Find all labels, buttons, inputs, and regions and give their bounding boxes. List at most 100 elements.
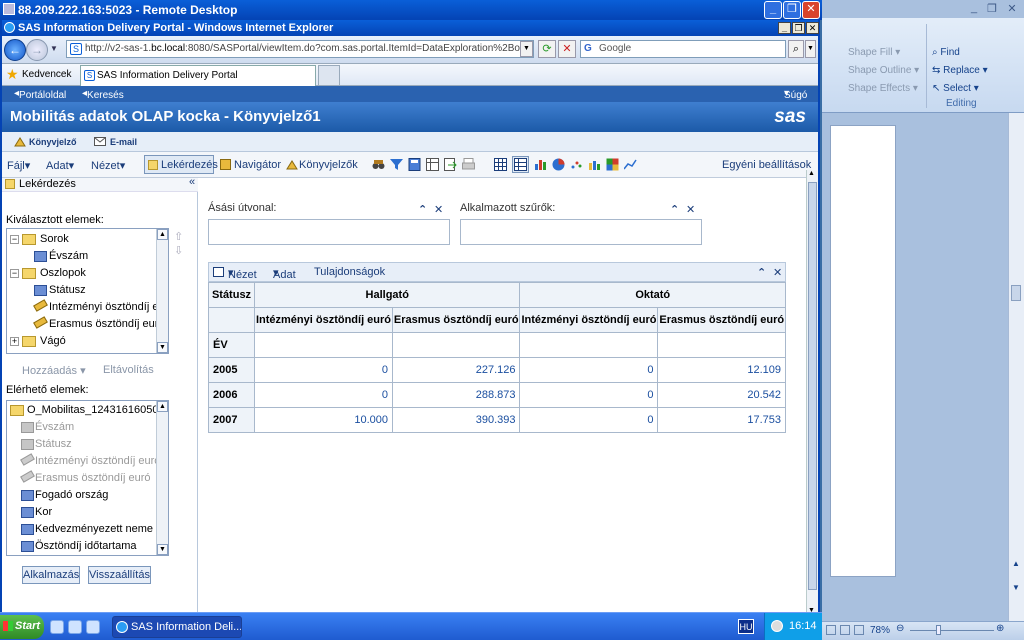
- menu-file[interactable]: Fájl▾: [7, 159, 30, 172]
- select-button[interactable]: ↖ Select ▾: [932, 83, 979, 94]
- bar-chart-icon[interactable]: [534, 158, 547, 171]
- full-screen-icon[interactable]: [840, 625, 850, 635]
- bookmarks-button[interactable]: Könyvjelzők: [299, 159, 358, 171]
- scroll-up-icon[interactable]: ▲: [1012, 559, 1020, 568]
- export-icon[interactable]: [444, 158, 457, 171]
- reset-button[interactable]: Visszaállítás: [88, 566, 151, 584]
- quicklaunch-media-icon[interactable]: [68, 620, 82, 634]
- quicklaunch-ie-icon[interactable]: [50, 620, 64, 634]
- col-header-status[interactable]: Státusz: [208, 282, 255, 308]
- available-items-tree[interactable]: O_Mobilitas_1243161605000 Évszám Státusz…: [6, 400, 169, 556]
- search-link[interactable]: ◂ Keresés: [82, 88, 124, 101]
- cell[interactable]: 227.126: [391, 357, 521, 383]
- word-close-button[interactable]: ✕: [1004, 2, 1020, 15]
- menu-data[interactable]: Adat▾: [46, 159, 74, 172]
- new-tab-button[interactable]: [318, 65, 340, 86]
- cell[interactable]: 10.000: [254, 407, 393, 433]
- scatter-chart-icon[interactable]: [570, 158, 583, 171]
- ie-restore-button[interactable]: ❐: [792, 22, 805, 34]
- zoom-level[interactable]: 78%: [870, 625, 890, 636]
- scroll-up-icon[interactable]: ▲: [808, 170, 815, 177]
- col-header-erasmus-teacher[interactable]: Erasmus ösztöndíj euró: [657, 307, 786, 333]
- selected-items-tree[interactable]: − Sorok Évszám − Oszlopok Státusz Intézmén…: [6, 228, 169, 354]
- print-layout-icon[interactable]: [826, 625, 836, 635]
- rd-minimize-button[interactable]: _: [764, 1, 782, 19]
- page-vertical-scrollbar[interactable]: ▲ ▼: [806, 170, 818, 614]
- table-layout-icon[interactable]: [426, 158, 439, 171]
- email-link[interactable]: E-mail: [110, 137, 137, 147]
- ie-minimize-button[interactable]: _: [778, 22, 791, 34]
- shape-outline-button[interactable]: Shape Outline ▾: [848, 65, 919, 76]
- drill-path-close-icon[interactable]: ✕: [434, 203, 443, 216]
- row-header-2007[interactable]: 2007: [208, 407, 255, 433]
- scroll-thumb[interactable]: [1011, 285, 1021, 301]
- word-vertical-scrollbar[interactable]: ▲ ▼: [1008, 113, 1024, 621]
- scroll-down-icon[interactable]: ▼: [1012, 583, 1020, 592]
- move-up-icon[interactable]: ⇧: [174, 230, 183, 243]
- line-chart-icon[interactable]: [623, 158, 637, 171]
- calculator-icon[interactable]: [408, 158, 421, 171]
- drill-path-collapse-icon[interactable]: ⌃: [418, 203, 427, 216]
- stop-icon[interactable]: ✕: [558, 40, 576, 58]
- col-header-erasmus-student[interactable]: Erasmus ösztöndíj euró: [391, 307, 521, 333]
- back-button[interactable]: ←: [4, 39, 26, 61]
- table-view-toggle-icon[interactable]: [512, 156, 529, 173]
- clock[interactable]: 16:14: [789, 620, 817, 632]
- language-indicator[interactable]: HU: [738, 619, 754, 634]
- rd-restore-button[interactable]: ❐: [783, 1, 801, 19]
- cell[interactable]: 0: [254, 357, 393, 383]
- replace-button[interactable]: ⇆ Replace ▾: [932, 65, 988, 76]
- help-link[interactable]: Súgó ▾: [784, 88, 807, 101]
- remove-button[interactable]: Eltávolítás: [103, 364, 154, 376]
- shape-fill-button[interactable]: Shape Fill ▾: [848, 47, 900, 58]
- pie-chart-icon[interactable]: [552, 158, 565, 171]
- cell[interactable]: 0: [519, 357, 659, 383]
- row-header-2006[interactable]: 2006: [208, 382, 255, 408]
- favorites-button[interactable]: Kedvencek: [22, 69, 71, 80]
- start-button[interactable]: Start: [0, 615, 44, 639]
- filter-icon[interactable]: [390, 158, 403, 171]
- navigator-button[interactable]: Navigátor: [234, 159, 281, 171]
- grid-menu-data[interactable]: Adat ▾: [273, 266, 296, 281]
- cell[interactable]: 0: [519, 382, 659, 408]
- portal-home-link[interactable]: ◂ Portáloldal: [14, 88, 66, 101]
- row-header-year[interactable]: ÉV: [208, 332, 255, 358]
- search-options-icon[interactable]: ▼: [805, 40, 816, 58]
- filters-collapse-icon[interactable]: ⌃: [670, 203, 679, 216]
- tab-sas-portal[interactable]: S SAS Information Delivery Portal: [80, 65, 316, 86]
- apply-button[interactable]: Alkalmazás: [22, 566, 80, 584]
- find-button[interactable]: ⌕ Find: [932, 47, 960, 58]
- shape-effects-button[interactable]: Shape Effects ▾: [848, 83, 918, 94]
- cell[interactable]: 0: [254, 382, 393, 408]
- available-tree-scrollbar[interactable]: ▲ ▼: [156, 401, 168, 555]
- zoom-out-icon[interactable]: ⊖: [896, 623, 904, 634]
- search-input[interactable]: G Google: [580, 40, 786, 58]
- bar-line-chart-icon[interactable]: [588, 158, 601, 171]
- forward-button[interactable]: →: [26, 39, 48, 61]
- cell[interactable]: 12.109: [657, 357, 786, 383]
- zoom-in-icon[interactable]: ⊕: [996, 623, 1004, 634]
- word-restore-button[interactable]: ❐: [984, 2, 1000, 15]
- cell[interactable]: 20.542: [657, 382, 786, 408]
- scroll-thumb[interactable]: [808, 182, 817, 590]
- col-header-inst-teacher[interactable]: Intézményi ösztöndíj euró: [519, 307, 659, 333]
- tile-chart-icon[interactable]: [606, 158, 619, 171]
- quicklaunch-desktop-icon[interactable]: [86, 620, 100, 634]
- taskbar-item-sas[interactable]: SAS Information Deli...: [112, 616, 242, 638]
- grid-collapse-icon[interactable]: ⌃: [757, 266, 766, 279]
- menu-view[interactable]: Nézet▾: [91, 159, 125, 172]
- cell[interactable]: 288.873: [391, 382, 521, 408]
- cell[interactable]: 390.393: [391, 407, 521, 433]
- favorites-star-icon[interactable]: ★: [6, 66, 19, 83]
- cell[interactable]: 0: [519, 407, 659, 433]
- binoculars-icon[interactable]: [372, 158, 385, 171]
- ie-close-button[interactable]: ✕: [806, 22, 819, 34]
- zoom-slider-thumb[interactable]: [936, 625, 941, 635]
- col-header-inst-student[interactable]: Intézményi ösztöndíj euró: [254, 307, 393, 333]
- word-minimize-button[interactable]: _: [966, 2, 982, 15]
- group-header-teacher[interactable]: Oktató: [519, 282, 786, 308]
- grid-close-icon[interactable]: ✕: [773, 266, 782, 279]
- grid-menu-view[interactable]: Nézet ▾: [228, 266, 257, 281]
- history-dropdown-icon[interactable]: ▼: [50, 44, 58, 53]
- zoom-slider[interactable]: [910, 630, 994, 631]
